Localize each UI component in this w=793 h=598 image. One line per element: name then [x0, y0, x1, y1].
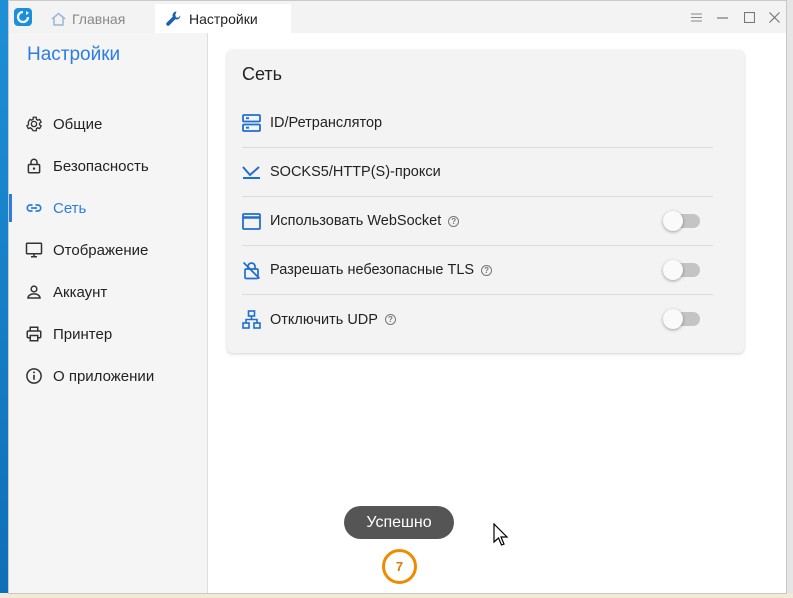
help-icon[interactable]: ? [448, 215, 460, 227]
sidebar: Настройки Общие Безопасность Сеть Отобра… [9, 33, 208, 593]
help-icon[interactable]: ? [481, 264, 493, 276]
maximize-button[interactable] [739, 7, 759, 27]
tab-home-label: Главная [72, 10, 126, 27]
sidebar-item-label: О приложении [53, 367, 155, 385]
sidebar-item-about[interactable]: О приложении [9, 355, 208, 397]
wrench-icon [166, 11, 181, 26]
websocket-row: Использовать WebSocket ? [242, 197, 713, 246]
menu-button[interactable] [686, 7, 706, 27]
server-icon [242, 114, 261, 132]
tab-settings[interactable]: Настройки [155, 4, 291, 33]
mouse-cursor-icon [493, 523, 509, 546]
home-icon [51, 12, 66, 26]
sidebar-title: Настройки [27, 44, 121, 65]
proxy-icon [242, 166, 260, 179]
sidebar-item-display[interactable]: Отображение [9, 229, 208, 271]
lock-icon [27, 158, 41, 174]
insecure-tls-label: Разрешать небезопасные TLS [270, 262, 475, 278]
websocket-toggle[interactable] [663, 211, 700, 231]
app-window: Главная Настройки Настройки Общие Безопа… [8, 0, 787, 594]
sidebar-item-network[interactable]: Сеть [9, 187, 208, 229]
title-bar: Главная Настройки [9, 1, 786, 33]
sidebar-item-label: Общие [53, 115, 103, 133]
sidebar-item-printer[interactable]: Принтер [9, 313, 208, 355]
window-icon [242, 212, 261, 230]
hamburger-icon [690, 13, 702, 21]
maximize-icon [743, 11, 755, 23]
success-toast: Успешно [344, 506, 454, 539]
sidebar-item-label: Сеть [53, 199, 87, 217]
sidebar-item-security[interactable]: Безопасность [9, 145, 208, 187]
desktop-background-right [787, 0, 793, 598]
person-icon [27, 285, 41, 299]
lock-off-icon [242, 261, 261, 279]
id-relay-label: ID/Ретранслятор [270, 115, 383, 131]
proxy-label: SOCKS5/HTTP(S)-прокси [270, 164, 441, 180]
tab-settings-label: Настройки [189, 10, 258, 27]
insecure-tls-row: Разрешать небезопасные TLS ? [242, 246, 713, 295]
step-badge: 7 [382, 549, 417, 584]
close-icon [768, 11, 780, 23]
disable-udp-label: Отключить UDP [270, 311, 378, 328]
monitor-icon [25, 242, 43, 258]
disable-udp-toggle[interactable] [663, 309, 700, 329]
network-settings-card: Сеть ID/Ретранслятор SOCKS5/HTTP(S)-прок… [227, 50, 744, 353]
id-relay-row[interactable]: ID/Ретранслятор [242, 99, 713, 148]
insecure-tls-toggle[interactable] [663, 260, 700, 280]
printer-icon [26, 326, 42, 342]
gear-icon [25, 116, 43, 132]
sidebar-item-label: Отображение [53, 241, 149, 259]
help-icon[interactable]: ? [384, 314, 396, 325]
network-icon [242, 310, 261, 329]
proxy-row[interactable]: SOCKS5/HTTP(S)-прокси [242, 148, 713, 197]
tab-home[interactable]: Главная [43, 4, 155, 33]
app-logo-icon [14, 8, 32, 26]
card-title: Сеть [242, 64, 283, 84]
sidebar-item-label: Безопасность [53, 157, 149, 175]
info-icon [26, 368, 42, 384]
desktop-background [0, 0, 8, 598]
sidebar-item-label: Аккаунт [53, 283, 108, 301]
websocket-label: Использовать WebSocket [270, 213, 442, 229]
minimize-button[interactable] [712, 7, 732, 27]
sidebar-item-account[interactable]: Аккаунт [9, 271, 208, 313]
disable-udp-row: Отключить UDP ? [242, 295, 713, 344]
sidebar-item-label: Принтер [53, 325, 113, 343]
close-button[interactable] [764, 7, 784, 27]
sidebar-item-general[interactable]: Общие [9, 103, 208, 145]
minimize-icon [716, 16, 728, 19]
link-icon [26, 204, 42, 212]
